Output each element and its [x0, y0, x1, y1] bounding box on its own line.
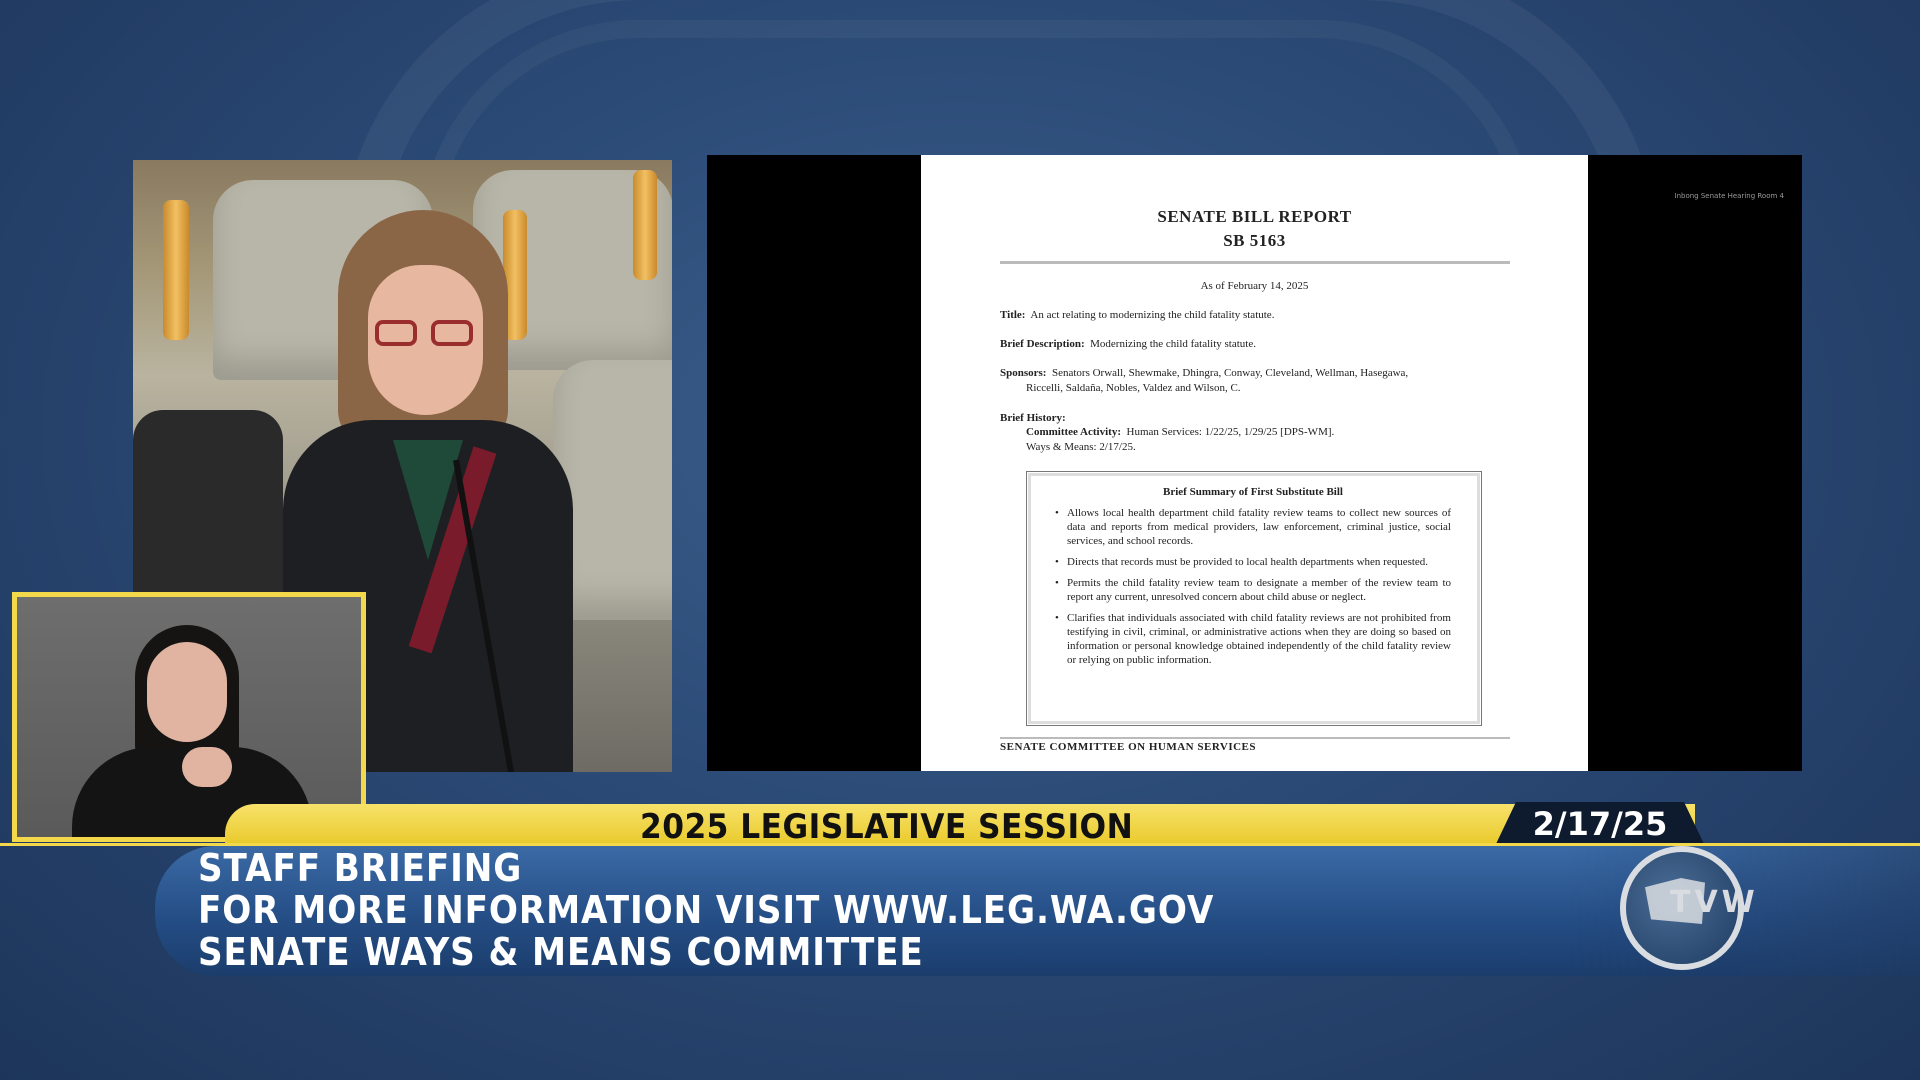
program-title: STAFF BRIEFING — [198, 846, 523, 890]
title-row: Title: An act relating to modernizing th… — [1000, 308, 1274, 323]
committee-name: SENATE WAYS & MEANS COMMITTEE — [198, 930, 924, 974]
brief-text: Modernizing the child fatality statute. — [1090, 338, 1256, 350]
speaker-glasses — [375, 320, 475, 348]
tvw-logo-text: TVW — [1670, 885, 1759, 920]
display-corner-tag: Inbong Senate Hearing Room 4 — [1674, 192, 1784, 200]
chair-armrest — [633, 170, 657, 280]
committee-activity-row: Committee Activity: Human Services: 1/22… — [1026, 425, 1334, 440]
brief-summary-box: Brief Summary of First Substitute Bill A… — [1026, 471, 1482, 726]
committee-label: Committee Activity: — [1026, 426, 1121, 438]
summary-list: Allows local health department child fat… — [1055, 506, 1451, 667]
sponsors-label: Sponsors: — [1000, 367, 1047, 379]
chair-armrest — [163, 200, 189, 340]
title-label: Title: — [1000, 309, 1026, 321]
footer-rule — [1000, 737, 1510, 739]
session-title: 2025 LEGISLATIVE SESSION — [640, 807, 1134, 847]
committee-continued: Ways & Means: 2/17/25. — [1026, 441, 1136, 453]
interpreter-hand — [182, 747, 232, 787]
bill-report-page: SENATE BILL REPORT SB 5163 As of Februar… — [921, 155, 1588, 771]
bill-number: SB 5163 — [1223, 231, 1286, 250]
sponsors-text: Senators Orwall, Shewmake, Dhingra, Conw… — [1051, 367, 1409, 379]
title-rule — [1000, 261, 1510, 264]
document-display: Inbong Senate Hearing Room 4 SENATE BILL… — [707, 155, 1802, 771]
document-footer: SENATE COMMITTEE ON HUMAN SERVICES — [1000, 741, 1256, 753]
summary-item: Directs that records must be provided to… — [1055, 555, 1451, 569]
brief-description-row: Brief Description: Modernizing the child… — [1000, 337, 1256, 352]
brief-label: Brief Description: — [1000, 338, 1085, 350]
title-text: An act relating to modernizing the child… — [1030, 309, 1275, 321]
summary-title: Brief Summary of First Substitute Bill — [1163, 486, 1343, 498]
sponsors-row: Sponsors: Senators Orwall, Shewmake, Dhi… — [1000, 366, 1408, 381]
history-label: Brief History: — [1000, 412, 1066, 424]
summary-item: Permits the child fatality review team t… — [1055, 576, 1451, 604]
summary-item: Allows local health department child fat… — [1055, 506, 1451, 548]
broadcast-date: 2/17/25 — [1532, 805, 1668, 843]
report-title: SENATE BILL REPORT — [1157, 207, 1352, 226]
info-url-line: FOR MORE INFORMATION VISIT WWW.LEG.WA.GO… — [198, 888, 1215, 932]
sponsors-continued: Riccelli, Saldaña, Nobles, Valdez and Wi… — [1026, 382, 1241, 394]
interpreter-face — [147, 642, 227, 742]
committee-text: Human Services: 1/22/25, 1/29/25 [DPS-WM… — [1126, 426, 1335, 438]
as-of-date: As of February 14, 2025 — [1200, 280, 1309, 292]
summary-item: Clarifies that individuals associated wi… — [1055, 611, 1451, 667]
